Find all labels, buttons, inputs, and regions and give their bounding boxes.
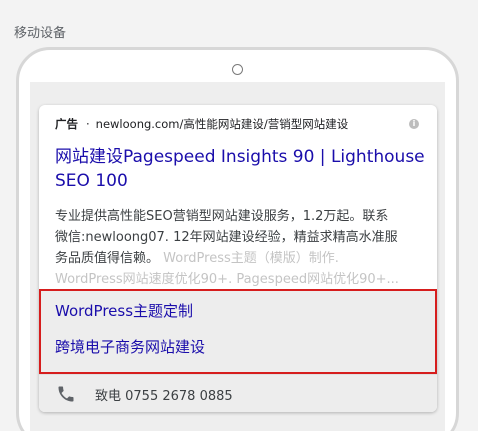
call-phone-number: 致电 0755 2678 0885 [95,389,233,404]
ad-badge: 广告 [55,117,78,131]
ad-description-line-2: 微信:newloong07. 12年网站建设经验，精益求精高水准服 [55,230,398,245]
ad-description-line-1: 专业提供高性能SEO营销型网站建设服务，1.2万起。联系 [55,209,389,224]
ad-header: 广告 · newloong.com/高性能网站建设/营销型网站建设 i [55,116,421,132]
camera-icon [232,64,243,75]
ad-display-url: newloong.com/高性能网站建设/营销型网站建设 [95,117,349,131]
ad-description-line-3: 务品质值得信赖。 WordPress主题（模版）制作. [55,248,425,269]
sitelink-wordpress-theme[interactable]: WordPress主题定制 [55,301,193,321]
ad-separator: · [86,117,90,131]
ad-title-line-1: 网站建设Pagespeed Insights 90 | Lighthouse [55,147,425,167]
ad-title-line-2: SEO 100 [55,171,128,191]
sitelinks-highlight-box: WordPress主题定制 跨境电子商务网站建设 [39,289,437,374]
ad-description-line-4: WordPress网站速度优化90+. Pagespeed网站优化90+... [55,272,399,287]
section-label-mobile: 移动设备 [14,26,67,41]
phone-icon [58,386,74,402]
ad-card: 广告 · newloong.com/高性能网站建设/营销型网站建设 i 网站建设… [39,105,437,412]
sitelink-cross-border-ecommerce[interactable]: 跨境电子商务网站建设 [55,337,205,357]
ad-description-line-3-main: 务品质值得信赖。 [55,251,160,266]
ad-description-line-3-faded: WordPress主题（模版）制作. [159,251,339,266]
info-icon[interactable]: i [409,119,419,129]
call-extension[interactable]: 致电 0755 2678 0885 [39,374,437,412]
ad-description: 专业提供高性能SEO营销型网站建设服务，1.2万起。联系 微信:newloong… [55,206,425,290]
ad-title-link[interactable]: 网站建设Pagespeed Insights 90 | Lighthouse S… [55,145,425,193]
